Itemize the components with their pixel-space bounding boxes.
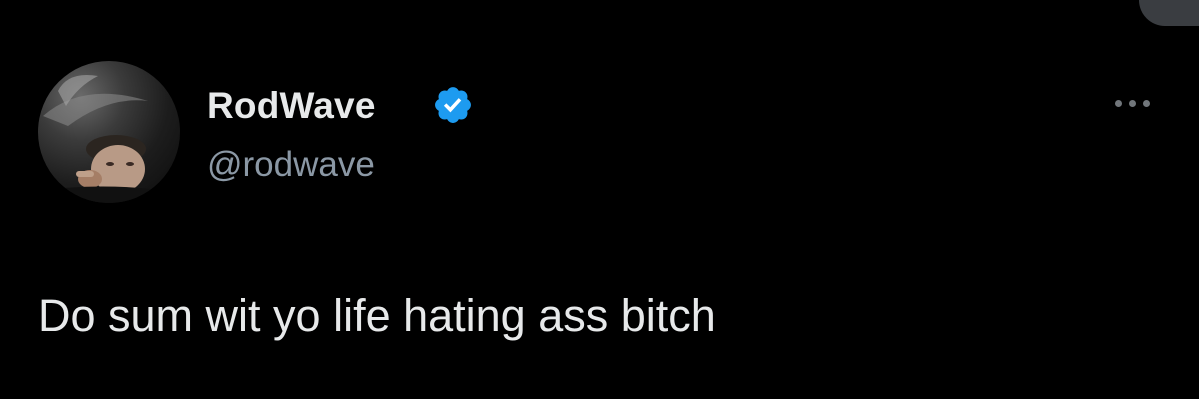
more-dot-icon <box>1114 99 1122 107</box>
verified-badge-icon <box>435 87 471 123</box>
user-handle[interactable]: @rodwave <box>207 144 375 186</box>
avatar[interactable] <box>38 61 180 203</box>
tweet-card: RodWave @rodwave Do sum wit yo life hati… <box>0 0 1199 399</box>
display-name[interactable]: RodWave <box>207 84 376 128</box>
screen-corner-overlay <box>1139 0 1199 26</box>
more-dot-icon <box>1128 99 1136 107</box>
profile-photo-icon <box>38 75 180 203</box>
more-dot-icon <box>1142 99 1150 107</box>
more-options-button[interactable] <box>1102 88 1162 118</box>
tweet-text: Do sum wit yo life hating ass bitch <box>38 290 716 341</box>
